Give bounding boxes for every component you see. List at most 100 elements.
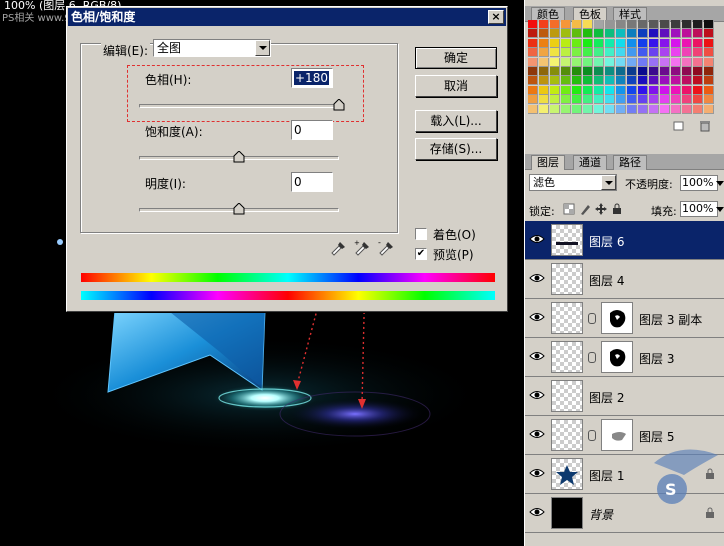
color-swatch[interactable] (671, 104, 681, 114)
color-swatch[interactable] (572, 38, 582, 48)
color-swatch[interactable] (660, 95, 670, 105)
layer-thumbnail[interactable] (551, 224, 583, 256)
color-swatch[interactable] (616, 48, 626, 58)
layer-row[interactable]: 图层 2 (525, 377, 724, 416)
lock-brush-icon[interactable] (579, 203, 591, 215)
color-swatch[interactable] (671, 29, 681, 39)
layer-thumbnail[interactable] (551, 302, 583, 334)
color-swatch[interactable] (583, 29, 593, 39)
color-swatch[interactable] (693, 76, 703, 86)
color-swatch[interactable] (594, 57, 604, 67)
color-swatch[interactable] (583, 48, 593, 58)
tab-channels[interactable]: 通道 (573, 155, 607, 170)
color-swatch[interactable] (561, 104, 571, 114)
eye-icon[interactable] (529, 233, 545, 245)
color-swatch[interactable] (682, 20, 692, 29)
color-swatch[interactable] (539, 85, 549, 95)
color-swatch[interactable] (605, 67, 615, 76)
tab-paths[interactable]: 路径 (613, 155, 647, 170)
color-swatch[interactable] (594, 76, 604, 86)
color-swatch[interactable] (671, 38, 681, 48)
opacity-dropdown-icon[interactable] (716, 181, 724, 189)
colorize-checkbox[interactable] (415, 228, 427, 240)
color-swatch[interactable] (704, 20, 714, 29)
color-swatch[interactable] (682, 38, 692, 48)
eye-icon[interactable] (529, 272, 545, 284)
layer-mask-thumbnail[interactable] (601, 302, 633, 334)
hue-slider-track[interactable] (139, 104, 339, 108)
color-swatch[interactable] (638, 29, 648, 39)
color-swatch[interactable] (616, 20, 626, 29)
color-swatch[interactable] (638, 67, 648, 76)
color-swatch[interactable] (682, 67, 692, 76)
opacity-input[interactable]: 100% (680, 175, 718, 191)
color-swatch[interactable] (528, 95, 538, 105)
layer-mask-thumbnail[interactable] (601, 419, 633, 451)
color-swatch[interactable] (627, 104, 637, 114)
color-swatch[interactable] (539, 29, 549, 39)
color-swatch[interactable] (528, 67, 538, 76)
color-swatch[interactable] (627, 95, 637, 105)
color-swatch[interactable] (561, 38, 571, 48)
color-swatch[interactable] (638, 85, 648, 95)
layer-mask-thumbnail[interactable] (601, 341, 633, 373)
layer-thumbnail[interactable] (551, 341, 583, 373)
color-swatch[interactable] (539, 95, 549, 105)
color-swatch[interactable] (682, 76, 692, 86)
link-icon[interactable] (588, 352, 596, 363)
color-swatch[interactable] (638, 76, 648, 86)
color-swatch[interactable] (627, 76, 637, 86)
color-swatch[interactable] (660, 48, 670, 58)
color-swatch[interactable] (550, 48, 560, 58)
color-swatch[interactable] (682, 95, 692, 105)
color-swatch[interactable] (605, 76, 615, 86)
eye-icon[interactable] (529, 311, 545, 323)
layer-thumbnail[interactable] (551, 380, 583, 412)
color-swatch[interactable] (550, 20, 560, 29)
save-button[interactable]: 存储(S)... (415, 138, 497, 160)
color-swatch[interactable] (682, 85, 692, 95)
color-swatch[interactable] (693, 85, 703, 95)
color-swatch[interactable] (572, 104, 582, 114)
color-swatch[interactable] (528, 48, 538, 58)
color-swatch[interactable] (594, 38, 604, 48)
color-swatch[interactable] (594, 85, 604, 95)
edit-select[interactable]: 全图 (153, 39, 271, 57)
saturation-input[interactable]: 0 (291, 120, 333, 140)
layer-thumbnail[interactable] (551, 497, 583, 529)
color-swatch[interactable] (605, 104, 615, 114)
color-swatch[interactable] (627, 29, 637, 39)
color-swatch[interactable] (583, 57, 593, 67)
color-swatch[interactable] (605, 48, 615, 58)
color-swatch[interactable] (704, 38, 714, 48)
eyedropper-icon[interactable] (329, 238, 347, 256)
new-swatch-icon[interactable] (673, 121, 685, 132)
lock-all-icon[interactable] (612, 203, 622, 215)
color-swatch[interactable] (660, 38, 670, 48)
color-swatch[interactable] (616, 57, 626, 67)
color-swatch[interactable] (660, 104, 670, 114)
color-swatch[interactable] (693, 20, 703, 29)
tab-layers[interactable]: 图层 (531, 155, 565, 170)
color-swatch[interactable] (583, 67, 593, 76)
color-swatch[interactable] (660, 67, 670, 76)
color-swatch[interactable] (561, 67, 571, 76)
color-swatch[interactable] (561, 85, 571, 95)
color-swatch[interactable] (539, 38, 549, 48)
color-swatch[interactable] (649, 104, 659, 114)
preview-checkbox[interactable]: ✔ (415, 248, 427, 260)
color-swatch[interactable] (583, 76, 593, 86)
color-swatch[interactable] (671, 85, 681, 95)
hue-slider-thumb[interactable] (333, 99, 345, 111)
lock-move-icon[interactable] (595, 203, 607, 215)
color-swatch[interactable] (704, 85, 714, 95)
color-swatch[interactable] (539, 67, 549, 76)
layer-row[interactable]: 图层 3 副本 (525, 299, 724, 338)
color-swatch[interactable] (528, 38, 538, 48)
color-swatch[interactable] (638, 95, 648, 105)
color-swatch[interactable] (704, 29, 714, 39)
color-swatch[interactable] (616, 85, 626, 95)
color-swatch[interactable] (649, 67, 659, 76)
color-swatch[interactable] (660, 29, 670, 39)
color-swatch[interactable] (693, 57, 703, 67)
